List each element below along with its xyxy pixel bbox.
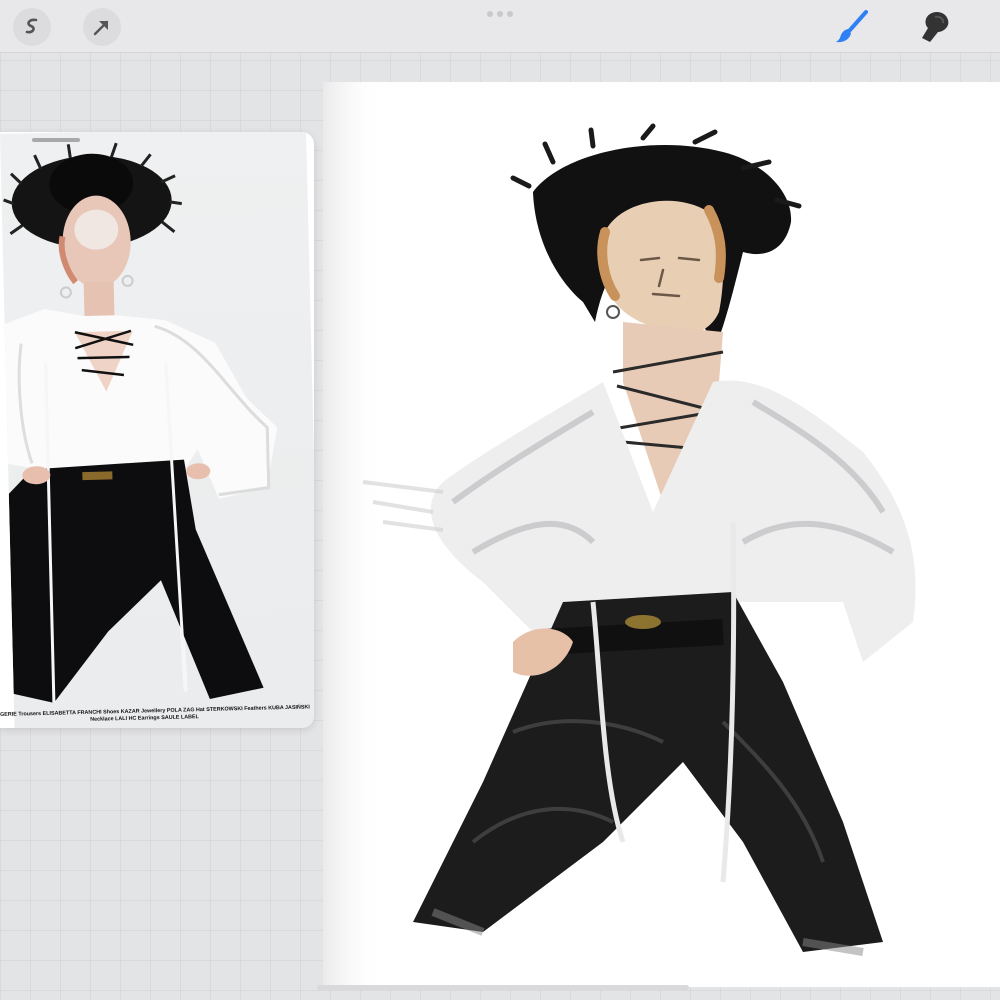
finger-smudge-icon	[922, 12, 949, 42]
arrow-cursor-icon	[93, 20, 109, 36]
reference-photo	[0, 132, 314, 728]
magic-wand-s-icon	[25, 18, 38, 34]
home-indicator[interactable]	[317, 985, 689, 990]
adjustments-button[interactable]	[13, 8, 51, 46]
reference-window[interactable]: GERIE Trousers ELISABETTA FRANCHI Shoes …	[0, 132, 314, 728]
drawing-canvas[interactable]	[323, 82, 1000, 987]
smudge-tool-button[interactable]	[915, 7, 955, 47]
selection-button[interactable]	[83, 8, 121, 46]
reference-drag-handle[interactable]	[32, 138, 80, 142]
brush-icon	[836, 10, 868, 43]
top-toolbar	[0, 0, 1000, 53]
toolbar-grabber[interactable]	[487, 11, 513, 17]
brush-tool-button[interactable]	[831, 7, 871, 47]
reference-figure-image	[3, 142, 278, 703]
painting-artwork	[323, 82, 916, 987]
